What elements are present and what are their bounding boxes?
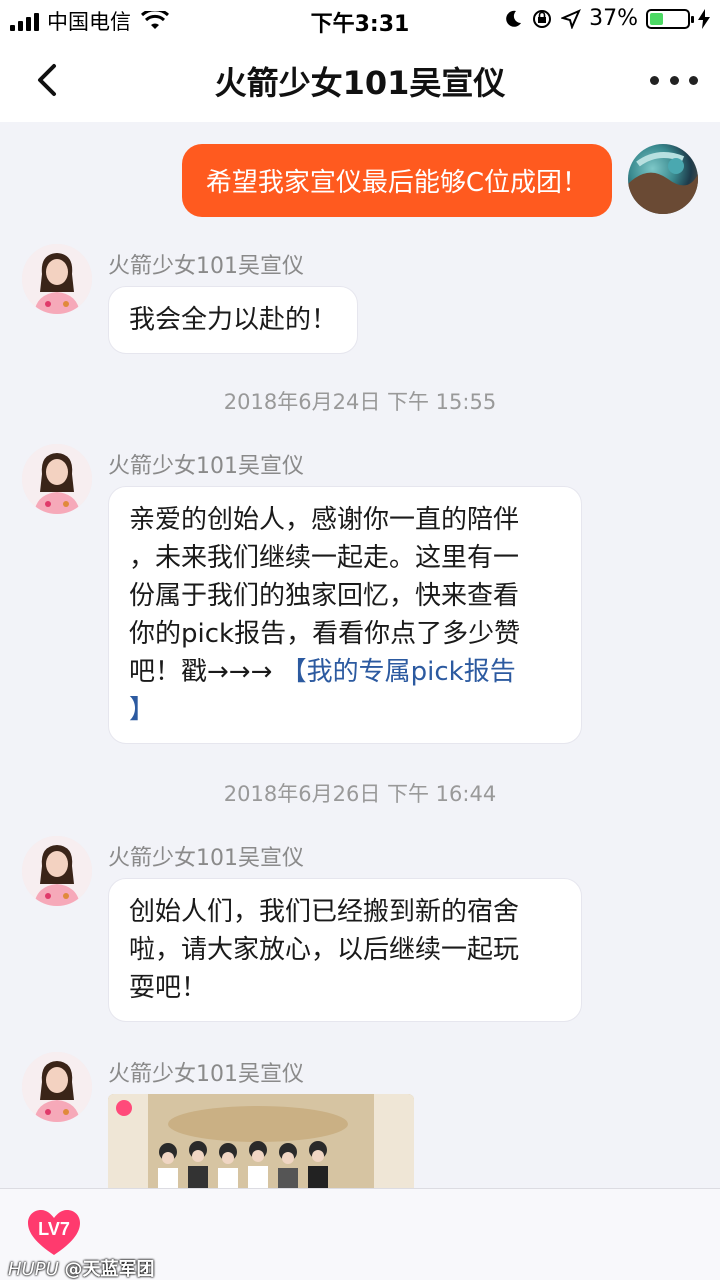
page-title: 火箭少女101吴宣仪	[214, 64, 506, 102]
sender-avatar[interactable]	[22, 836, 92, 906]
watermark-brand: HUPU	[8, 1259, 59, 1280]
message-text-line: 吧！戳→→→	[129, 657, 281, 687]
status-bar: 中国电信 下午3:31 37%	[0, 0, 720, 40]
moon-icon	[506, 10, 522, 27]
battery-percent: 37%	[589, 6, 638, 31]
message-text-line: 亲爱的创始人，感谢你一直的陪伴	[129, 505, 520, 535]
sender-name: 火箭少女101吴宣仪	[108, 1062, 304, 1087]
timestamp: 2018年6月26日 下午 16:44	[223, 782, 497, 806]
sender-name: 火箭少女101吴宣仪	[108, 846, 304, 871]
dot-icon	[689, 75, 698, 85]
charging-icon	[698, 8, 710, 29]
outgoing-message: 希望我家宣仪最后能够C位成团！	[181, 144, 698, 217]
sender-avatar[interactable]	[22, 1052, 92, 1122]
sender-name: 火箭少女101吴宣仪	[108, 454, 304, 479]
message-text-line: 你的pick报告，看看你点了多少赞	[129, 619, 521, 649]
watermark-user: @天蓝军团	[64, 1259, 155, 1280]
pick-report-link[interactable]: 【我的专属pick报告	[281, 657, 516, 687]
message-text-line: 耍吧！	[129, 973, 208, 1003]
more-options-button[interactable]	[650, 62, 698, 98]
message-text: 我会全力以赴的！	[129, 305, 338, 335]
location-icon	[561, 8, 582, 29]
level-badge-text: LV7	[38, 1219, 70, 1239]
rotation-lock-icon	[533, 9, 552, 28]
watermark: HUPU @天蓝军团	[8, 1255, 154, 1280]
my-avatar[interactable]	[628, 144, 698, 214]
pick-report-link-end[interactable]: 】	[129, 695, 155, 725]
chat-area[interactable]: 希望我家宣仪最后能够C位成团！ 火箭少女101吴宣仪 我会全力以赴的！ 2018…	[0, 122, 720, 1188]
message-bubble[interactable]: 创始人们，我们已经搬到新的宿舍 啦，请大家放心，以后继续一起玩 耍吧！	[108, 878, 582, 1022]
level-badge: LV7	[26, 1209, 82, 1257]
message-text-line: ，未来我们继续一起走。这里有一	[129, 543, 520, 573]
bottom-bar: LV7 HUPU @天蓝军团	[0, 1188, 720, 1280]
message-text-line: 创始人们，我们已经搬到新的宿舍	[129, 897, 520, 927]
sender-avatar[interactable]	[22, 244, 92, 314]
dot-icon	[669, 75, 679, 85]
nav-bar: 火箭少女101吴宣仪	[0, 40, 720, 122]
sender-avatar[interactable]	[22, 444, 92, 514]
message-text-line: 份属于我们的独家回忆，快来查看	[129, 581, 520, 611]
timestamp: 2018年6月24日 下午 15:55	[223, 390, 497, 414]
battery-icon	[646, 8, 694, 29]
image-message[interactable]	[108, 1094, 414, 1188]
message-text-line: 啦，请大家放心，以后继续一起玩	[129, 935, 520, 965]
message-bubble[interactable]: 亲爱的创始人，感谢你一直的陪伴 ，未来我们继续一起走。这里有一 份属于我们的独家…	[108, 486, 582, 744]
dot-icon	[650, 75, 659, 85]
sender-name: 火箭少女101吴宣仪	[108, 254, 304, 279]
message-bubble[interactable]: 我会全力以赴的！	[108, 286, 359, 354]
outgoing-bubble[interactable]: 希望我家宣仪最后能够C位成团！	[181, 144, 612, 217]
